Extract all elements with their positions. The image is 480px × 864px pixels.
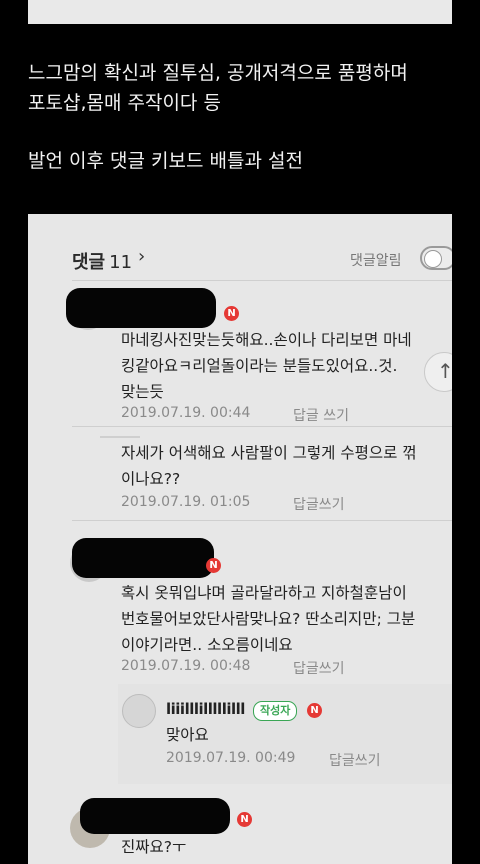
avatar[interactable] [122, 694, 156, 728]
header-divider [72, 280, 452, 281]
redaction-mark [72, 538, 214, 578]
comment-date: 2019.07.19. 00:49 [166, 750, 296, 766]
comment-text-line: 맞아요 [166, 726, 209, 744]
toggle-knob [424, 250, 442, 268]
comment-text-line: 번호물어보았단사람맞나요? 딴소리지만; 그분 [121, 610, 416, 628]
chevron-right-icon[interactable]: › [138, 246, 145, 267]
comment-screenshot: 댓글 11 › 댓글알림 N 마네킹사진맞는듯해요..손이나 다리보면 마네 킹같… [28, 214, 452, 864]
comment-text-line: 이야기라면.. 소오름이네요 [121, 636, 293, 654]
comment-date: 2019.07.19. 00:48 [121, 658, 251, 674]
author-tag: 작성자 [253, 701, 298, 721]
avatar[interactable] [100, 436, 140, 438]
comments-count: 11 [109, 252, 133, 273]
comments-header[interactable]: 댓글 11 [72, 248, 132, 274]
comments-title: 댓글 [72, 252, 106, 273]
scroll-top-button[interactable]: ↑ [424, 352, 452, 392]
redaction-mark [80, 798, 230, 834]
author-name[interactable]: liiilllilllllilll [166, 700, 245, 718]
new-badge: N [307, 703, 322, 718]
reply-link[interactable]: 답글쓰기 [293, 494, 345, 514]
comment-notify-toggle[interactable] [420, 246, 452, 270]
comment-date: 2019.07.19. 00:44 [121, 405, 251, 421]
reply-link[interactable]: 답글 쓰기 [293, 405, 349, 425]
comment-text-line: 이나요?? [121, 470, 181, 488]
comment-date: 2019.07.19. 01:05 [121, 494, 251, 510]
caption-line-3: 발언 이후 댓글 키보드 배틀과 설전 [28, 150, 303, 172]
reply-link[interactable]: 답글쓰기 [293, 658, 345, 678]
new-badge: N [206, 558, 221, 573]
new-badge: N [224, 306, 239, 321]
redaction-mark [66, 288, 216, 328]
comment-notify-label: 댓글알림 [350, 253, 402, 269]
comment-divider [72, 426, 452, 427]
caption-line-1: 느그맘의 확신과 질투심, 공개저격으로 품평하며 [28, 62, 408, 84]
comment-text-line: 자세가 어색해요 사람팔이 그렇게 수평으로 꺾 [121, 444, 417, 462]
previous-image-edge [28, 0, 452, 24]
comment-divider [72, 520, 452, 521]
comment-text-line: 킹같아요ㅋ리얼돌이라는 분들도있어요..것. [121, 357, 398, 375]
comment-text-line: 혹시 옷뭐입냐며 골라달라하고 지하철훈남이 [121, 584, 407, 602]
comment-text-line: 맞는듯 [121, 383, 164, 401]
new-badge: N [237, 812, 252, 827]
arrow-up-icon: ↑ [437, 359, 452, 383]
comment-text-line: 진짜요?ㅜ [121, 838, 187, 856]
caption-line-2: 포토샵,몸매 주작이다 등 [28, 92, 221, 114]
reply-link[interactable]: 답글쓰기 [329, 750, 381, 770]
comment-text-line: 마네킹사진맞는듯해요..손이나 다리보면 마네 [121, 331, 412, 349]
